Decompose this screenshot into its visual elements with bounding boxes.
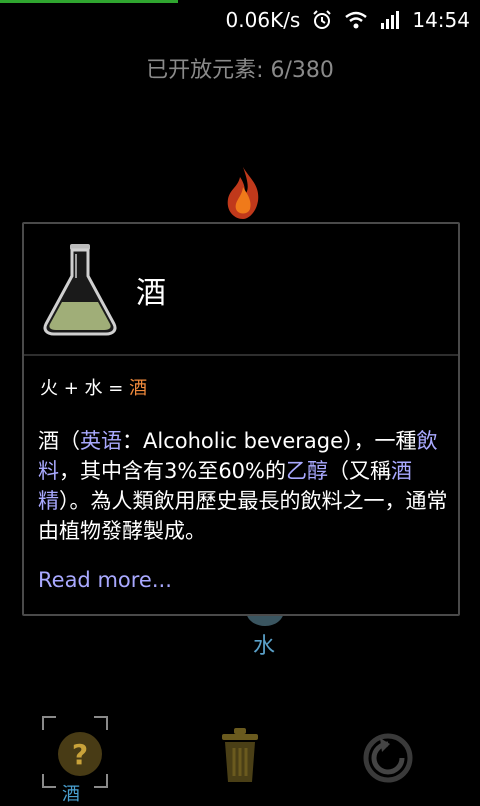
selected-element-label: 酒	[62, 784, 80, 805]
alarm-icon	[310, 8, 334, 32]
selected-element-slot[interactable]: ?	[42, 716, 108, 788]
link-ethanol[interactable]: 乙醇	[286, 459, 328, 483]
recipe-equals: =	[102, 378, 130, 399]
read-more-link[interactable]: Read more...	[38, 568, 172, 592]
fire-element-icon[interactable]	[220, 165, 266, 221]
reset-icon[interactable]	[362, 732, 414, 784]
desc-text: ，其中含有3%至60%的	[59, 459, 286, 483]
flask-icon	[43, 244, 117, 336]
desc-text: 酒（	[38, 429, 80, 453]
water-element-label[interactable]: 水	[253, 628, 275, 660]
recipe-input-b: 水	[84, 378, 103, 399]
element-title: 酒	[136, 276, 166, 311]
clock: 14:54	[412, 8, 470, 32]
link-english[interactable]: 英语	[80, 429, 122, 453]
recipe-result: 酒	[129, 378, 148, 399]
desc-text: ）。為人類飲用歷史最長的飲料之一，通常由植物發酵製成。	[38, 489, 448, 543]
recipe-input-a: 火	[40, 378, 58, 399]
element-description: 酒（英语：Alcoholic beverage），一種飲料，其中含有3%至60%…	[38, 426, 448, 546]
desc-text: （又稱	[328, 459, 391, 483]
trash-icon[interactable]	[216, 728, 264, 784]
recipe-plus: +	[58, 378, 85, 399]
signal-icon	[378, 8, 402, 32]
recipe-formula: 火 + 水 = 酒	[40, 374, 147, 400]
net-speed: 0.06K/s	[225, 8, 301, 32]
unlocked-counter: 已开放元素: 6/380	[146, 58, 334, 83]
element-info-card: 酒 火 + 水 = 酒 酒（英语：Alcoholic beverage），一種飲…	[22, 222, 460, 616]
help-icon[interactable]: ?	[52, 724, 102, 780]
desc-text: ：Alcoholic beverage），一種	[122, 429, 417, 453]
status-bar: 0.06K/s 14:54	[0, 0, 480, 40]
wifi-icon	[344, 8, 368, 32]
svg-text:?: ?	[72, 738, 88, 771]
card-header: 酒	[24, 224, 458, 356]
